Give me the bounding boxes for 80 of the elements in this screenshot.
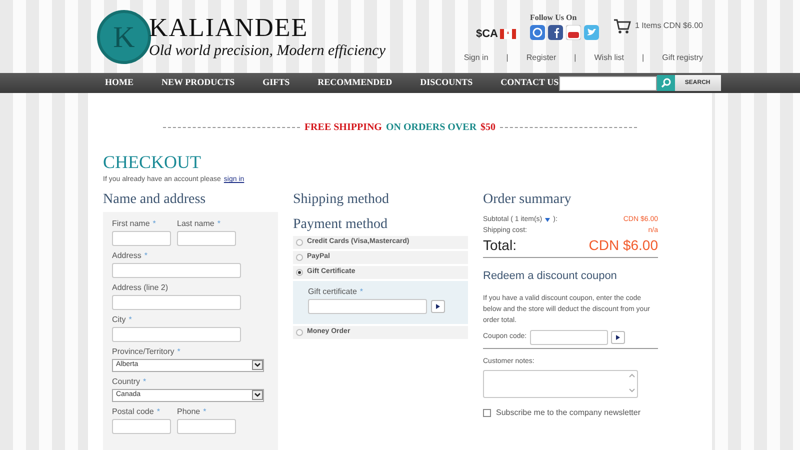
section-heading: Order summary: [483, 192, 572, 208]
caret-down-icon[interactable]: [545, 218, 550, 222]
cart-summary[interactable]: 1 Items CDN $6.00: [634, 20, 703, 32]
follow-label: Follow Us On: [530, 12, 578, 24]
input-field[interactable]: [112, 262, 241, 278]
coupon-field[interactable]: [530, 330, 608, 345]
play-icon: [436, 304, 440, 308]
field-label: Postal code: [112, 406, 154, 416]
banner-text: $50: [480, 121, 496, 135]
share-icon[interactable]: [530, 25, 545, 40]
field-label: City: [112, 314, 126, 324]
required-mark: *: [156, 406, 160, 416]
nav-link[interactable]: CONTACT US: [500, 76, 559, 90]
field-label: First name: [112, 218, 150, 228]
required-mark: *: [217, 218, 220, 228]
nav-link[interactable]: HOME: [105, 76, 134, 90]
field-label: Gift certificate: [308, 286, 357, 296]
banner-text: ON ORDERS OVER: [386, 121, 477, 135]
radio-button[interactable]: [296, 238, 303, 246]
nav-link[interactable]: DISCOUNTS: [420, 76, 473, 90]
section-heading: Shipping method: [293, 192, 390, 208]
facebook-icon[interactable]: [548, 25, 563, 40]
required-mark: *: [177, 346, 180, 356]
section-heading: Name and address: [103, 192, 207, 208]
submit-button[interactable]: [431, 300, 445, 312]
input-field[interactable]: [112, 418, 171, 434]
account-link[interactable]: Sign in: [464, 52, 488, 64]
link-separator: |: [574, 52, 576, 64]
total-label: Total:: [483, 236, 516, 255]
submit-button[interactable]: [610, 331, 625, 344]
required-mark: *: [360, 286, 364, 296]
input-field[interactable]: [177, 230, 236, 246]
required-mark: *: [144, 250, 148, 260]
required-mark: *: [152, 218, 156, 228]
input-field[interactable]: [112, 326, 241, 342]
section-heading: Payment method: [293, 216, 388, 232]
play-icon: [616, 335, 620, 340]
nav-link[interactable]: GIFTS: [262, 76, 290, 90]
account-link[interactable]: Wish list: [594, 52, 624, 64]
notes-field[interactable]: [483, 370, 638, 398]
tagline: Old world precision, Modern efficiency: [149, 42, 386, 60]
field-label: Country: [112, 376, 140, 386]
link-separator: |: [506, 52, 508, 64]
radio-button[interactable]: [296, 328, 303, 336]
banner-text: FREE SHIPPING: [304, 121, 382, 135]
link-separator: |: [642, 52, 644, 64]
total-value: CDN $6.00: [588, 236, 658, 255]
field-label: Last name: [177, 218, 214, 228]
required-mark: *: [203, 406, 206, 416]
radio-button[interactable]: [296, 254, 303, 260]
chevron-down-icon: [252, 390, 263, 400]
input-field[interactable]: [308, 298, 427, 314]
checkbox[interactable]: [483, 408, 491, 416]
nav-link[interactable]: NEW PRODUCTS: [162, 76, 235, 90]
chevron-down-icon: [252, 360, 263, 370]
nav-link[interactable]: RECOMMENDED: [318, 76, 392, 90]
radio-button[interactable]: [296, 268, 303, 276]
page-title: CHECKOUT: [103, 152, 202, 172]
field-label: Province/Territory: [112, 346, 174, 356]
cart-icon[interactable]: [612, 18, 631, 34]
newsletter-label: Subscribe me to the company newsletter: [496, 406, 641, 418]
video-icon[interactable]: [566, 25, 581, 40]
field-label: Address (line 2): [112, 282, 168, 292]
input-field[interactable]: [177, 418, 236, 434]
required-mark: *: [143, 376, 146, 386]
input-field[interactable]: [112, 294, 241, 310]
brand-name: KALIANDEE: [149, 14, 310, 42]
account-link[interactable]: Gift registry: [662, 52, 703, 64]
flag-icon[interactable]: [500, 29, 516, 40]
input-field[interactable]: [112, 230, 171, 246]
account-link[interactable]: Register: [526, 52, 556, 64]
currency-label: $CA: [476, 27, 498, 42]
search-icon-button[interactable]: [656, 75, 675, 91]
field-label: Address: [112, 250, 142, 260]
field-label: Phone: [177, 406, 200, 416]
bird-icon[interactable]: [584, 25, 599, 40]
coupon-heading: Redeem a discount coupon: [483, 268, 618, 284]
search-field[interactable]: [558, 76, 657, 90]
search-icon: [660, 78, 671, 88]
required-mark: *: [128, 314, 132, 324]
